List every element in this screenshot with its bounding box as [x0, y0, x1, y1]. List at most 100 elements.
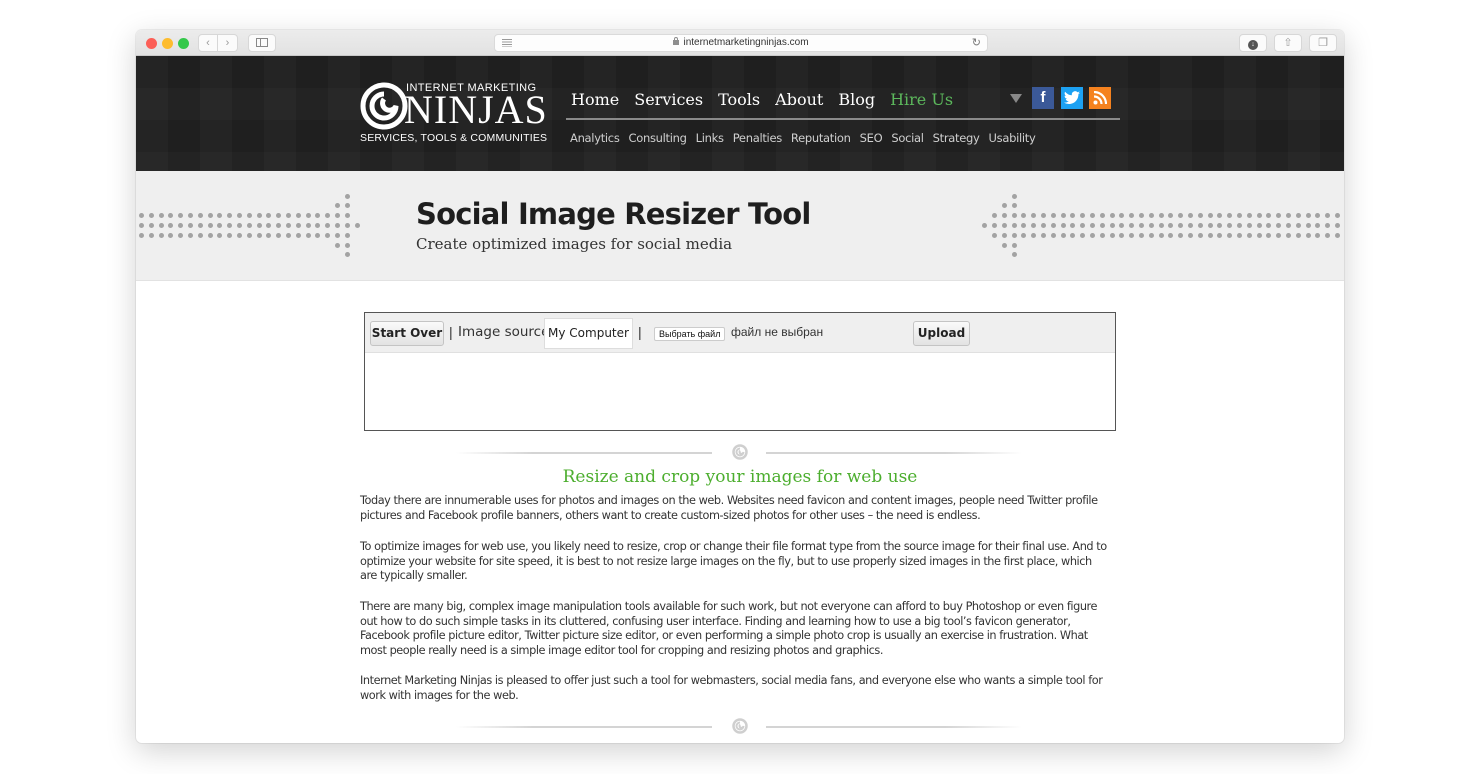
dot-decoration	[1011, 223, 1017, 228]
dot-decoration	[139, 223, 144, 228]
close-window-button[interactable]	[146, 38, 157, 49]
reader-icon[interactable]	[502, 39, 512, 47]
dot-decoration	[335, 242, 340, 248]
upload-button[interactable]: Upload	[913, 321, 970, 346]
subnav-penalties[interactable]: Penalties	[733, 131, 783, 145]
dot-decoration	[295, 223, 301, 228]
subnav-social[interactable]: Social	[891, 131, 924, 145]
subnav-strategy[interactable]: Strategy	[933, 131, 980, 145]
dot-decoration	[1305, 223, 1311, 228]
dot-decoration	[305, 223, 311, 228]
page-banner: Social Image Resizer Tool Create optimiz…	[136, 171, 1344, 281]
dot-decoration	[1266, 232, 1272, 238]
subnav-reputation[interactable]: Reputation	[791, 131, 851, 145]
dot-decoration	[1325, 213, 1331, 219]
back-button[interactable]: ‹	[198, 34, 218, 52]
dot-decoration	[335, 213, 340, 219]
reload-icon[interactable]: ↻	[972, 35, 981, 51]
dot-decoration	[188, 232, 193, 238]
dot-decoration	[1276, 223, 1282, 228]
logo-wordmark: NINJAS	[404, 87, 548, 132]
chevron-right-icon: ›	[225, 37, 230, 49]
dot-decoration	[1011, 242, 1017, 248]
dot-decoration	[1090, 213, 1095, 219]
facebook-icon[interactable]: f	[1032, 87, 1054, 109]
show-tabs-button[interactable]: ❐	[1309, 34, 1337, 52]
subnav-usability[interactable]: Usability	[989, 131, 1036, 145]
image-source-tab-my-computer[interactable]: My Computer	[544, 318, 633, 349]
subnav-links[interactable]: Links	[696, 131, 724, 145]
dot-decoration	[344, 232, 350, 238]
dot-decoration	[1080, 213, 1086, 219]
rss-icon[interactable]	[1089, 87, 1111, 109]
dot-decoration	[315, 232, 321, 238]
dropdown-arrow-icon[interactable]	[1010, 94, 1022, 103]
dot-decoration	[1001, 203, 1007, 209]
nav-services[interactable]: Services	[634, 90, 703, 109]
dot-decoration	[197, 213, 203, 219]
image-workspace[interactable]	[365, 354, 1115, 430]
dot-decoration	[1001, 232, 1007, 238]
nav-hire-us[interactable]: Hire Us	[890, 90, 953, 109]
site-logo[interactable]: INTERNET MARKETING NINJAS SERVICES, TOOL…	[360, 80, 547, 150]
subnav-seo[interactable]: SEO	[860, 131, 883, 145]
dot-decoration	[217, 213, 223, 219]
dot-decoration	[1286, 232, 1291, 238]
section-heading: Resize and crop your images for web use	[562, 467, 918, 487]
minimize-window-button[interactable]	[162, 38, 173, 49]
dot-decoration	[1237, 232, 1242, 238]
dot-decoration	[1050, 232, 1056, 238]
dot-decoration	[335, 232, 340, 238]
dot-decoration	[1090, 232, 1095, 238]
dot-decoration	[1178, 232, 1184, 238]
dot-decoration	[1246, 213, 1252, 219]
dot-decoration	[335, 203, 340, 209]
dot-decoration	[1286, 223, 1291, 228]
dot-decoration	[1070, 223, 1076, 228]
dot-decoration	[1305, 232, 1311, 238]
dot-decoration	[266, 213, 272, 219]
dot-decoration	[992, 213, 997, 219]
dot-decoration	[1335, 232, 1340, 238]
dot-decoration	[1315, 223, 1321, 228]
sidebar-toggle-button[interactable]	[248, 34, 276, 52]
zoom-window-button[interactable]	[178, 38, 189, 49]
start-over-button[interactable]: Start Over	[370, 321, 444, 346]
dot-decoration	[246, 232, 252, 238]
lock-icon	[673, 36, 680, 45]
dot-decoration	[1041, 213, 1046, 219]
subnav-consulting[interactable]: Consulting	[629, 131, 687, 145]
nav-tools[interactable]: Tools	[718, 90, 760, 109]
dot-decoration	[1080, 223, 1086, 228]
dot-decoration	[1207, 232, 1213, 238]
dot-decoration	[1158, 213, 1164, 219]
swirl-divider-icon	[732, 444, 748, 460]
dot-decoration	[1001, 213, 1007, 219]
downloads-button[interactable]: ↓	[1239, 34, 1267, 52]
dot-decoration	[286, 223, 291, 228]
address-bar[interactable]: internetmarketingninjas.com ↻	[494, 34, 988, 52]
dot-decoration	[1168, 223, 1174, 228]
dot-decoration	[1139, 213, 1144, 219]
swirl-divider-icon	[732, 718, 748, 734]
nav-blog[interactable]: Blog	[838, 90, 875, 109]
twitter-icon[interactable]	[1061, 87, 1083, 109]
subnav-analytics[interactable]: Analytics	[570, 131, 620, 145]
dot-decoration	[344, 213, 350, 219]
dot-decoration	[197, 232, 203, 238]
choose-file-button[interactable]: Выбрать файл	[654, 327, 726, 341]
share-button[interactable]: ⇧	[1274, 34, 1302, 52]
forward-button[interactable]: ›	[218, 34, 238, 52]
dot-decoration	[266, 223, 272, 228]
nav-about[interactable]: About	[775, 90, 823, 109]
page-title: Social Image Resizer Tool	[416, 197, 811, 231]
dot-decoration	[1109, 223, 1115, 228]
dot-decoration	[1139, 232, 1144, 238]
dot-decoration	[1050, 223, 1056, 228]
section-divider	[456, 717, 1026, 737]
logo-tagline-bottom: SERVICES, TOOLS & COMMUNITIES	[360, 132, 548, 144]
nav-home[interactable]: Home	[571, 90, 619, 109]
dot-decoration	[344, 242, 350, 248]
sub-navigation: Analytics Consulting Links Penalties Rep…	[570, 131, 1036, 145]
dot-decoration	[1001, 223, 1007, 228]
